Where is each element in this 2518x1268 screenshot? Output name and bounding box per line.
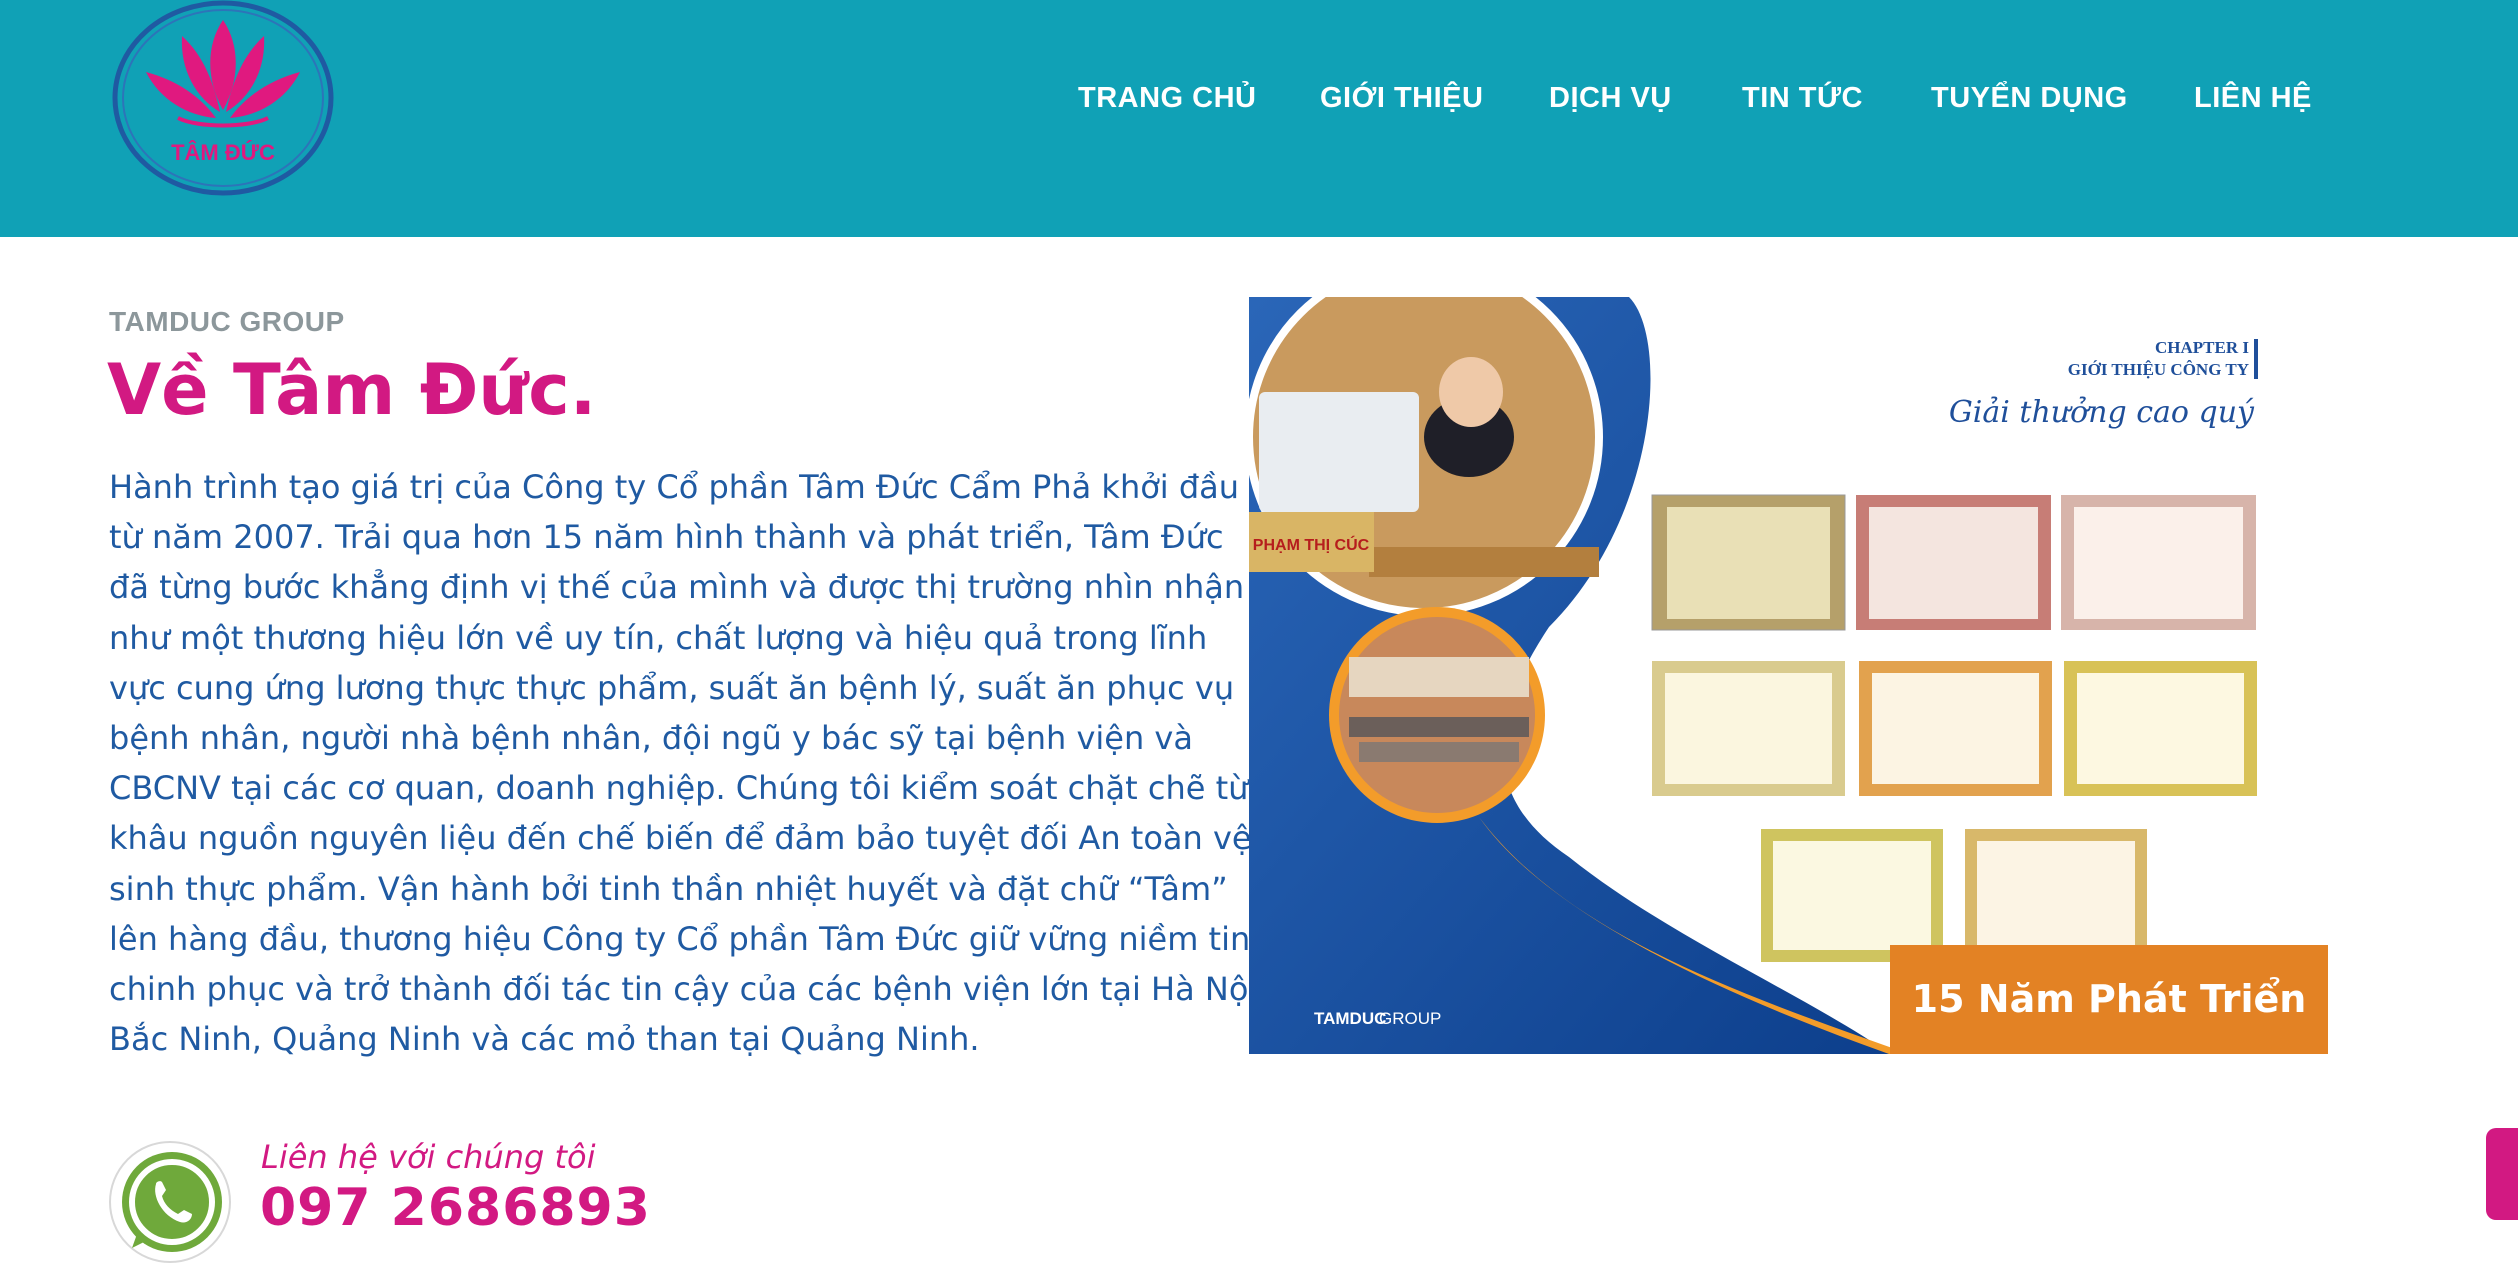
meeting-room-circle [1339,617,1535,813]
milestone-badge: 15 Năm Phát Triển [1890,945,2328,1054]
site-header: TÂM ĐỨC TRANG CHỦ GIỚI THIỆU DỊCH VỤ TIN… [0,0,2518,237]
about-line: đã từng bước khẳng định vị thế của mình … [109,568,1245,607]
about-line: vực cung ứng lương thực thực phẩm, suất … [109,668,1235,707]
nav-item-home[interactable]: TRANG CHỦ [1078,78,1257,118]
milestone-badge-text: 15 Năm Phát Triển [1911,977,2307,1021]
about-line: khâu nguồn nguyên liệu đến chế biến để đ… [109,819,1252,858]
about-line: Bắc Ninh, Quảng Ninh và các mỏ than tại … [109,1020,980,1059]
whatsapp-icon[interactable] [108,1140,232,1264]
brand-logo[interactable]: TÂM ĐỨC [110,0,336,196]
nav-item-news[interactable]: TIN TỨC [1742,78,1863,118]
about-line: sinh thực phẩm. Vận hành bởi tinh thần n… [109,869,1228,908]
logo-wordmark: TÂM ĐỨC [171,140,275,165]
nav-item-careers[interactable]: TUYỂN DỤNG [1931,78,2128,118]
lotus-logo-icon: TÂM ĐỨC [112,0,334,196]
awards-heading: Giải thưởng cao quý [1949,395,2255,430]
section-eyebrow: TAMDUC GROUP [109,306,345,337]
footer-brand-bold: TAMDUC [1314,1009,1386,1028]
about-line: như một thương hiệu lớn về uy tín, chất … [109,618,1208,657]
footer-brand-light: GROUP [1379,1009,1441,1028]
about-line: lên hàng đầu, thương hiệu Công ty Cổ phầ… [109,919,1261,958]
name-plate-text: PHẠM THỊ CÚC [1253,535,1370,554]
chapter-section: GIỚI THIỆU CÔNG TY [2068,360,2249,379]
nav-item-services[interactable]: DỊCH VỤ [1549,78,1672,118]
about-line: Hành trình tạo giá trị của Công ty Cổ ph… [109,468,1240,506]
about-line: bệnh nhân, người nhà bệnh nhân, đội ngũ … [109,719,1193,758]
chapter-label: CHAPTER I [2155,338,2249,357]
about-line: từ năm 2007. Trải qua hơn 15 năm hình th… [109,518,1224,557]
nav-item-contact[interactable]: LIÊN HỆ [2194,78,2312,118]
company-awards-image: PHẠM THỊ CÚC CHAPTER I GIỚI THIỆU CÔNG T… [1249,297,2328,1054]
page-title: Về Tâm Đức. [107,349,597,431]
floating-side-tab[interactable] [2486,1128,2518,1220]
about-line: chinh phục và trở thành đối tác tin cậy … [109,970,1268,1009]
about-line: CBCNV tại các cơ quan, doanh nghiệp. Chú… [109,769,1249,808]
nav-item-about[interactable]: GIỚI THIỆU [1320,78,1483,118]
contact-label: Liên hệ với chúng tôi [261,1138,596,1176]
about-paragraph: Hành trình tạo giá trị của Công ty Cổ ph… [109,462,1268,1064]
awards-collage: PHẠM THỊ CÚC CHAPTER I GIỚI THIỆU CÔNG T… [1249,297,2328,1054]
contact-phone[interactable]: 097 2686893 [260,1178,651,1238]
